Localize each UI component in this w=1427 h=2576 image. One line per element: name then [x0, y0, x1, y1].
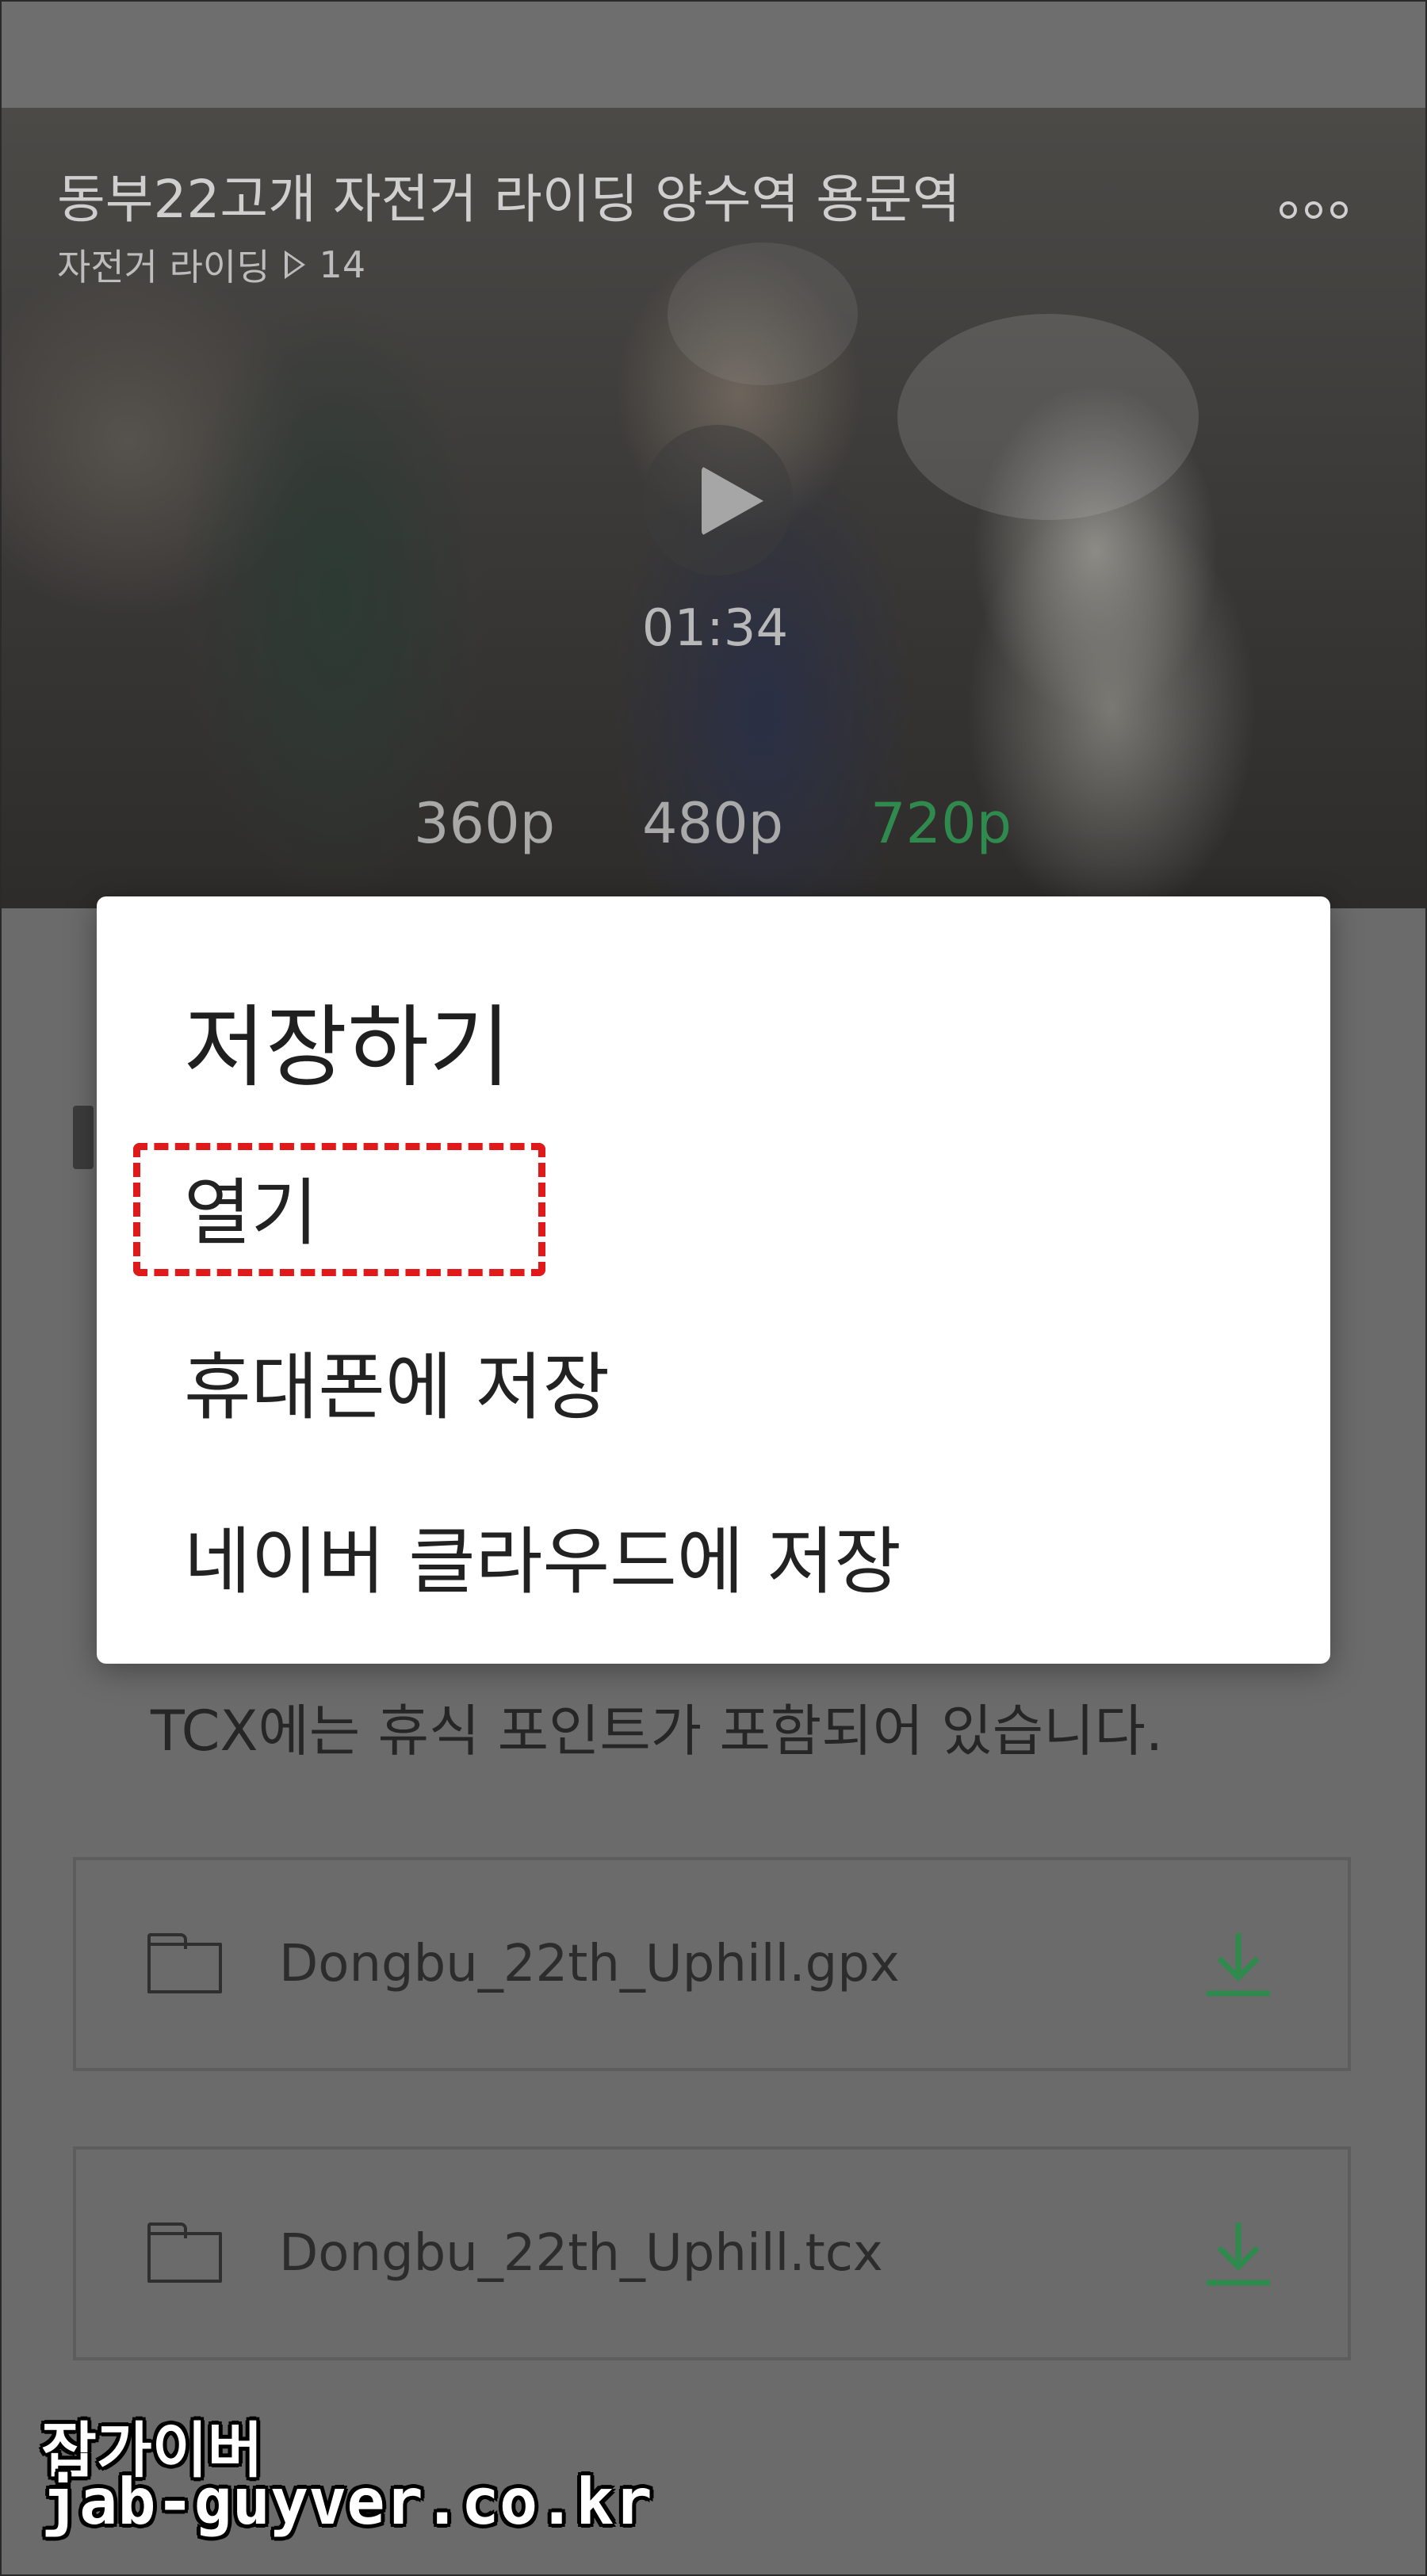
- video-title: 동부22고개 자전거 라이딩 양수역 용문역: [57, 169, 961, 230]
- video-thumbnail-figure: [897, 314, 1199, 520]
- highlight-box: [133, 1143, 545, 1276]
- folder-icon: [147, 2222, 222, 2283]
- video-thumbnail-figure: [668, 243, 858, 385]
- watermark-url: jab-guyver.co.kr: [41, 2465, 652, 2539]
- quality-option-480p[interactable]: 480p: [642, 791, 783, 856]
- save-dialog: 저장하기 열기 휴대폰에 저장 네이버 클라우드에 저장: [97, 896, 1330, 1664]
- download-icon[interactable]: [1199, 2215, 1278, 2294]
- video-duration: 01:34: [641, 599, 789, 658]
- quality-option-720p[interactable]: 720p: [870, 791, 1012, 856]
- video-subtitle: 자전거 라이딩 14: [57, 239, 365, 291]
- video-player[interactable]: 동부22고개 자전거 라이딩 양수역 용문역 자전거 라이딩 14 01:34 …: [2, 108, 1425, 908]
- video-view-count: 14: [319, 243, 366, 286]
- file-row-tcx[interactable]: Dongbu_22th_Uphill.tcx: [73, 2146, 1351, 2360]
- tcx-info-text: TCX에는 휴식 포인트가 포함되어 있습니다.: [151, 1699, 1164, 1764]
- video-category: 자전거 라이딩: [57, 246, 270, 289]
- play-count-icon: [284, 250, 305, 279]
- more-options-icon[interactable]: [1280, 201, 1348, 219]
- file-name: Dongbu_22th_Uphill.gpx: [279, 1935, 900, 1993]
- folder-icon: [147, 1933, 222, 1993]
- option-save-to-phone[interactable]: 휴대폰에 저장: [184, 1328, 610, 1434]
- quality-option-360p[interactable]: 360p: [414, 791, 555, 856]
- obscured-heading-fragment: [73, 1106, 94, 1169]
- status-bar-area: [2, 2, 1425, 108]
- option-save-to-naver-cloud[interactable]: 네이버 클라우드에 저장: [184, 1503, 901, 1608]
- dialog-title: 저장하기: [184, 996, 511, 1099]
- play-button[interactable]: [642, 425, 793, 575]
- file-name: Dongbu_22th_Uphill.tcx: [279, 2224, 883, 2283]
- download-icon[interactable]: [1199, 1925, 1278, 2005]
- file-row-gpx[interactable]: Dongbu_22th_Uphill.gpx: [73, 1857, 1351, 2071]
